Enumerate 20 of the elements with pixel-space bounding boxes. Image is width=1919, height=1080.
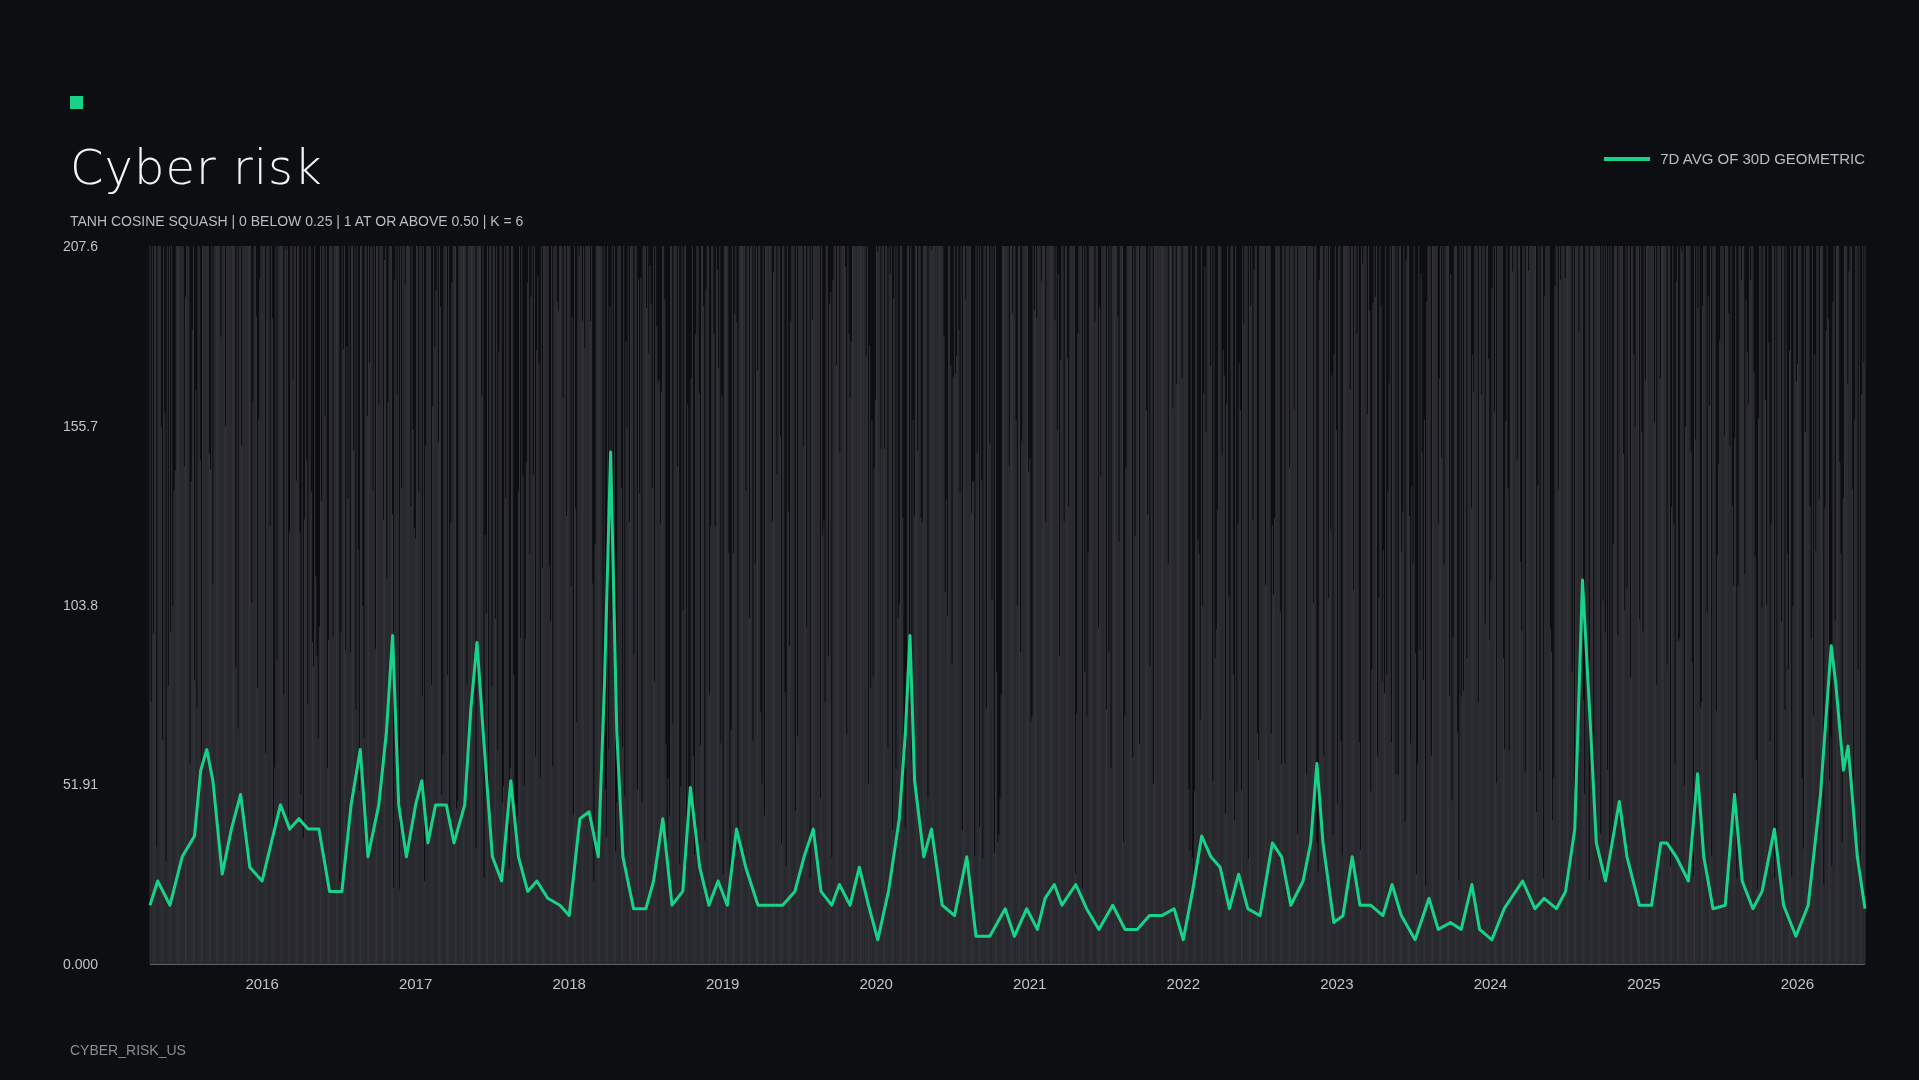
- legend-label: 7D AVG OF 30D GEOMETRIC: [1660, 149, 1865, 169]
- x-axis-label: 2024: [1473, 975, 1508, 992]
- x-axis-label: 2018: [552, 975, 586, 992]
- x-axis-label: 2025: [1627, 975, 1661, 992]
- x-axis-label: 2023: [1320, 975, 1354, 992]
- x-axis-label: 2019: [706, 975, 740, 992]
- x-axis-label: 2020: [859, 975, 893, 992]
- x-axis-label: 2016: [245, 975, 279, 992]
- x-axis-label: 2021: [1013, 975, 1047, 992]
- y-axis-label: 0.000: [62, 956, 98, 972]
- y-axis-label: 207.6: [62, 238, 98, 254]
- y-axis-label: 155.7: [62, 417, 98, 434]
- y-axis-label: 103.8: [62, 597, 98, 613]
- x-axis-label: 2022: [1166, 975, 1200, 992]
- accent-square: [70, 96, 83, 109]
- x-axis-label: 2026: [1780, 975, 1815, 992]
- chart-subtitle: TANH COSINE SQUASH | 0 BELOW 0.25 | 1 AT OR ABOVE 0.50 | K = 6: [70, 212, 524, 231]
- dataset-id: CYBER_RISK_US: [70, 1041, 187, 1060]
- x-axis-label: 2017: [398, 975, 433, 992]
- y-axis-label: 51.91: [62, 776, 98, 793]
